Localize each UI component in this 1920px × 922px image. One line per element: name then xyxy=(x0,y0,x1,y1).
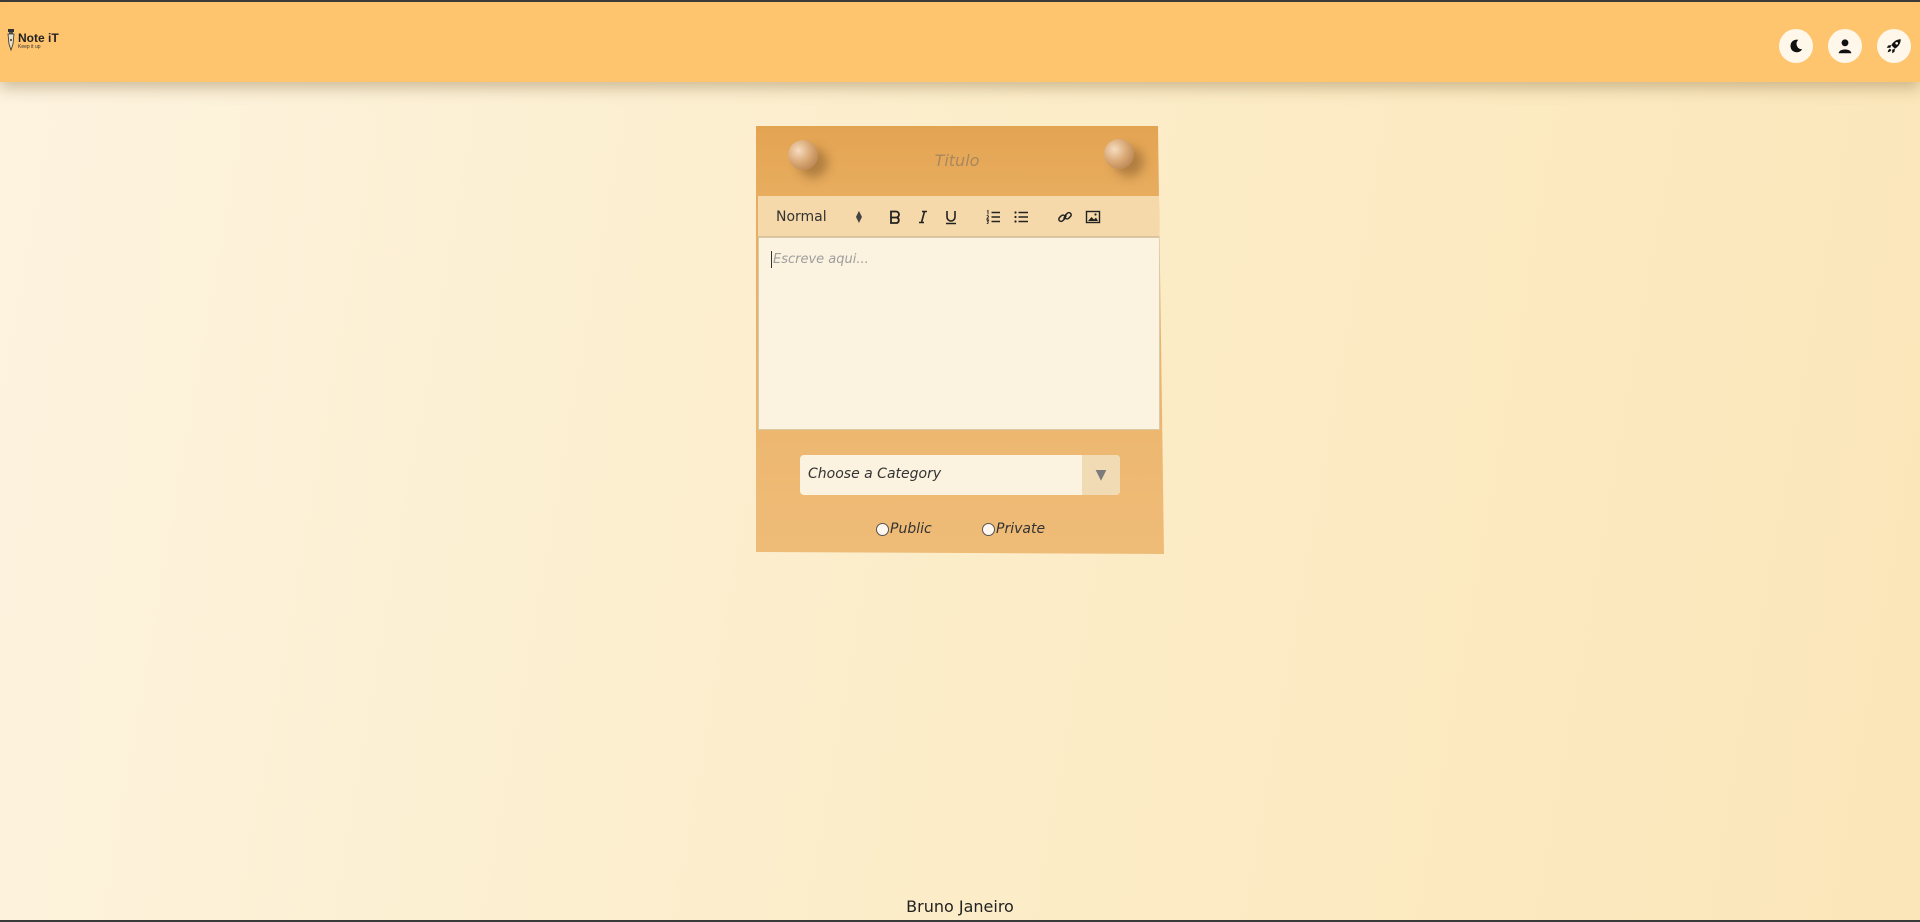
pushpin-icon xyxy=(1104,139,1134,169)
rocket-icon xyxy=(1886,39,1901,54)
category-select-value: Choose a Category xyxy=(808,466,942,482)
moon-icon xyxy=(1790,39,1803,53)
logo-subtitle: Keep it up xyxy=(18,44,41,50)
editor-placeholder: Escreve aqui... xyxy=(773,252,869,267)
link-icon xyxy=(1058,211,1072,223)
format-select[interactable]: Normal ▲ ▼ xyxy=(776,207,862,227)
ordered-list-button[interactable] xyxy=(982,206,1004,228)
bold-button[interactable] xyxy=(884,206,906,228)
image-icon xyxy=(1085,210,1101,224)
note-editor[interactable]: Escreve aqui... xyxy=(758,237,1160,430)
category-select[interactable]: Choose a Category ▼ xyxy=(800,455,1120,495)
pushpin-icon xyxy=(788,140,818,170)
image-button[interactable] xyxy=(1082,206,1104,228)
link-button[interactable] xyxy=(1054,206,1076,228)
profile-button[interactable] xyxy=(1828,29,1862,63)
logo-title: Note iT xyxy=(18,31,59,45)
sticky-note: Normal ▲▼ xyxy=(756,126,1164,554)
logo[interactable]: Note iT Keep it up xyxy=(6,28,76,56)
bold-icon xyxy=(890,210,900,224)
user-icon xyxy=(1838,39,1852,54)
italic-icon xyxy=(919,210,927,224)
underline-button[interactable] xyxy=(940,206,962,228)
private-radio[interactable] xyxy=(982,522,995,536)
pen-nib-icon xyxy=(7,29,15,52)
format-select-value: Normal xyxy=(776,209,827,225)
bullet-list-button[interactable] xyxy=(1010,206,1032,228)
text-caret xyxy=(771,251,772,268)
dropdown-arrow-icon[interactable]: ▼ xyxy=(1082,455,1120,495)
theme-toggle-button[interactable] xyxy=(1779,29,1813,63)
bullet-list-icon xyxy=(1014,211,1028,223)
updown-arrows-icon: ▲ ▼ xyxy=(855,209,862,224)
launch-button[interactable] xyxy=(1877,29,1911,63)
ordered-list-icon xyxy=(985,209,1000,224)
underline-icon xyxy=(946,211,956,225)
italic-button[interactable] xyxy=(912,206,934,228)
editor-toolbar: Normal ▲ ▼ xyxy=(758,196,1160,237)
footer-author: Bruno Janeiro xyxy=(906,897,1014,916)
note-header xyxy=(756,126,1158,196)
public-label: Public xyxy=(890,521,932,537)
private-label: Private xyxy=(996,521,1046,537)
logo-text: Note iT Keep it up xyxy=(18,28,59,50)
private-radio-option[interactable]: Private xyxy=(982,521,1045,537)
public-radio[interactable] xyxy=(876,522,889,536)
public-radio-option[interactable]: Public xyxy=(876,521,932,537)
title-input[interactable] xyxy=(826,148,1088,172)
app-header: Note iT Keep it up xyxy=(0,2,1920,82)
